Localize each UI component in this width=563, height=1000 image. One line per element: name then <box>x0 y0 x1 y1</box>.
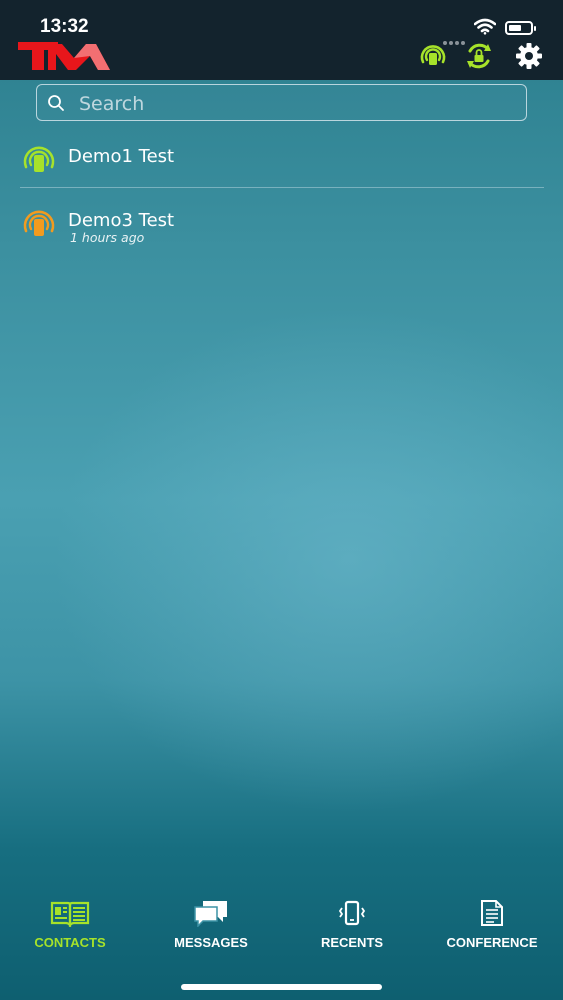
contact-name: Demo1 Test <box>68 146 175 167</box>
search-input[interactable] <box>77 88 511 120</box>
document-icon <box>481 900 503 926</box>
wifi-icon <box>474 18 496 35</box>
contacts-book-icon <box>50 901 90 927</box>
divider <box>20 187 544 188</box>
tab-label: CONFERENCE <box>446 935 538 950</box>
messages-icon <box>194 901 227 927</box>
contact-name: Demo3 Test <box>68 210 175 231</box>
online-status-icon <box>23 146 55 172</box>
tm-logo <box>18 42 110 70</box>
radio-signal-icon[interactable] <box>419 42 447 70</box>
battery-icon <box>505 21 536 35</box>
home-indicator[interactable] <box>181 984 382 990</box>
away-status-icon <box>23 210 55 236</box>
contact-row-demo3[interactable]: Demo3 Test 1 hours ago <box>0 204 563 248</box>
status-time: 13:32 <box>40 16 89 37</box>
tab-bar: CONTACTS MESSAGES RECENTS CONFERENCE <box>0 885 563 1000</box>
phone-vibrate-icon <box>338 900 366 926</box>
search-icon <box>48 95 64 111</box>
tab-label: CONTACTS <box>34 935 106 950</box>
signal-dots-icon <box>443 30 467 45</box>
search-bar[interactable] <box>36 84 527 121</box>
contact-last-seen: 1 hours ago <box>70 230 145 245</box>
contact-row-demo1[interactable]: Demo1 Test <box>0 140 563 180</box>
tab-label: RECENTS <box>320 935 384 950</box>
lock-refresh-icon[interactable] <box>465 42 493 70</box>
tab-label: MESSAGES <box>174 935 248 950</box>
top-bar: 13:32 <box>0 0 563 80</box>
gear-icon[interactable] <box>515 42 543 70</box>
